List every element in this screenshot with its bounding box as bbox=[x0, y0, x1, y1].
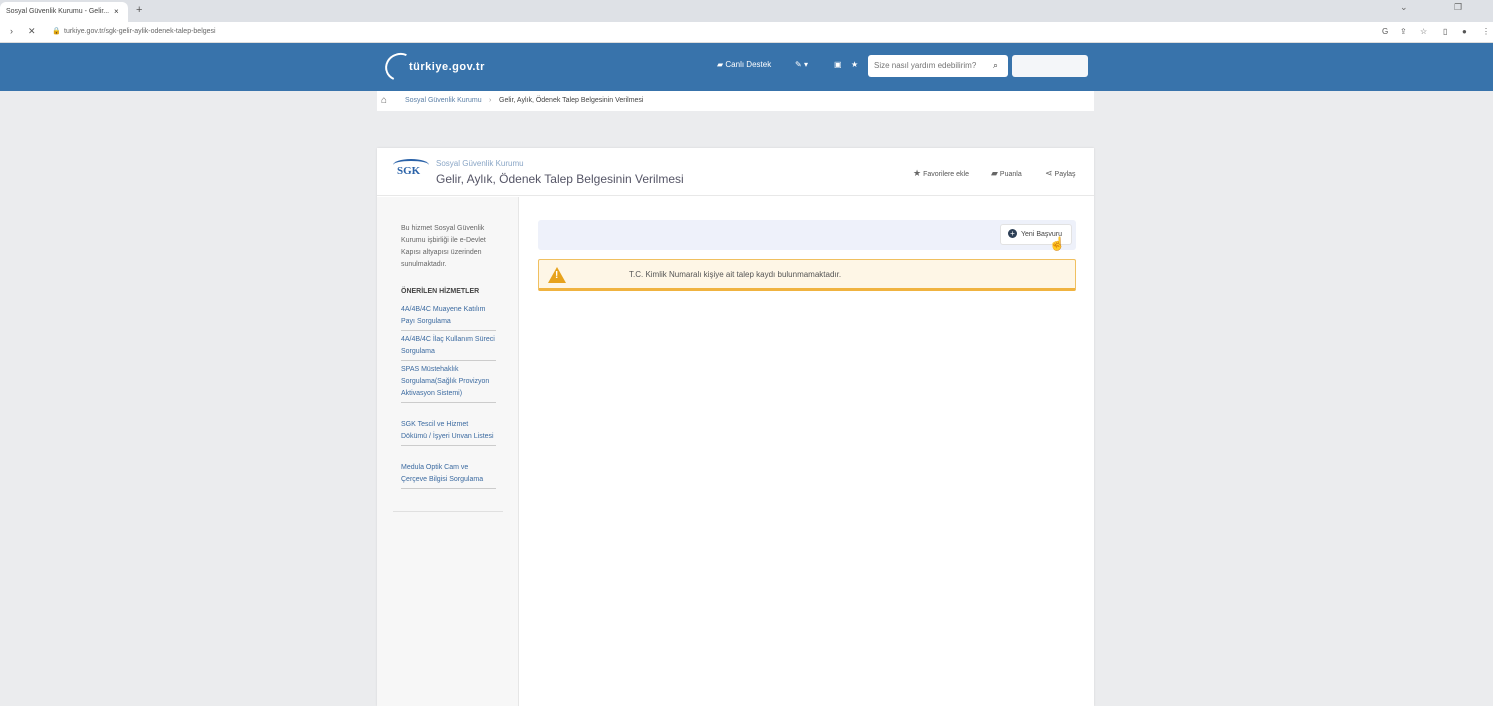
sidebar-item-muayene[interactable]: 4A/4B/4C Muayene Katılım Payı Sorgulama bbox=[401, 304, 496, 331]
tools-icon: ✎ bbox=[795, 60, 802, 69]
add-favorites-button[interactable]: ★ Favorilere ekle bbox=[913, 168, 969, 179]
sidebar: Bu hizmet Sosyal Güvenlik Kurumu işbirli… bbox=[377, 197, 519, 706]
breadcrumb-separator: › bbox=[489, 97, 492, 104]
sidebar-icon[interactable]: ▯ bbox=[1443, 27, 1447, 36]
home-icon[interactable]: ⌂ bbox=[381, 95, 387, 106]
favorites-star-icon[interactable]: ★ bbox=[851, 60, 858, 69]
organization-name[interactable]: Sosyal Güvenlik Kurumu bbox=[436, 159, 524, 168]
add-favorites-label: Favorilere ekle bbox=[923, 171, 969, 178]
sgk-logo: SGK bbox=[393, 159, 429, 182]
search-icon[interactable]: ⌕ bbox=[993, 60, 998, 71]
share-label: Paylaş bbox=[1054, 171, 1076, 178]
lock-icon: 🔒 bbox=[52, 28, 61, 35]
sidebar-item-spas[interactable]: SPAS Müstehaklık Sorgulama(Sağlık Proviz… bbox=[401, 364, 496, 403]
star-icon: ★ bbox=[913, 168, 922, 178]
alert-message: T.C. Kimlik Numaralı kişiye ait talep ka… bbox=[629, 270, 842, 279]
bookmark-star-icon[interactable]: ☆ bbox=[1420, 27, 1427, 36]
live-support-link[interactable]: ▰ Canlı Destek bbox=[717, 60, 771, 69]
warning-icon: ! bbox=[548, 267, 566, 283]
sidebar-item-tescil[interactable]: SGK Tescil ve Hizmet Dökümü / İşyeri Unv… bbox=[401, 419, 496, 446]
rate-button[interactable]: ▰ Puanla bbox=[991, 168, 1022, 179]
menu-icon[interactable]: ⋮ bbox=[1482, 27, 1490, 36]
id-card-icon[interactable]: ▣ bbox=[834, 60, 842, 69]
chat-icon: ▰ bbox=[717, 60, 724, 69]
login-button[interactable] bbox=[1012, 55, 1088, 77]
maximize-icon[interactable]: ❐ bbox=[1454, 2, 1462, 13]
browser-tabbar: Sosyal Güvenlik Kurumu - Gelir... × + ⌄ … bbox=[0, 0, 1493, 22]
sidebar-item-medula[interactable]: Medula Optik Cam ve Çerçeve Bilgisi Sorg… bbox=[401, 462, 496, 489]
close-icon[interactable]: × bbox=[114, 7, 119, 16]
mouse-pointer-icon: ☝ bbox=[1049, 236, 1066, 251]
profile-icon[interactable]: ● bbox=[1462, 27, 1467, 36]
search-input[interactable] bbox=[874, 61, 988, 70]
share-button[interactable]: ⋖ Paylaş bbox=[1045, 168, 1076, 179]
chevron-down-icon: ▾ bbox=[803, 60, 808, 69]
comment-icon: ▰ bbox=[991, 168, 998, 178]
minimize-icon[interactable]: ⌄ bbox=[1400, 2, 1408, 13]
logo-text: türkiye.gov.tr bbox=[409, 61, 485, 73]
breadcrumb-current: Gelir, Aylık, Ödenek Talep Belgesinin Ve… bbox=[499, 97, 644, 104]
breadcrumb-sgk[interactable]: Sosyal Güvenlik Kurumu bbox=[405, 97, 482, 104]
google-icon[interactable]: G bbox=[1382, 27, 1388, 36]
browser-address-bar: › ✕ 🔒 turkiye.gov.tr/sgk-gelir-aylik-ode… bbox=[0, 22, 1493, 43]
action-toolbar: + Yeni Başvuru bbox=[538, 220, 1076, 250]
search-box: ⌕ bbox=[868, 55, 1008, 77]
sidebar-intro: Bu hizmet Sosyal Güvenlik Kurumu işbirli… bbox=[401, 225, 486, 268]
accessibility-menu[interactable]: ✎ ▾ bbox=[795, 60, 808, 69]
new-tab-button[interactable]: + bbox=[136, 4, 142, 16]
stop-icon[interactable]: ✕ bbox=[28, 26, 36, 37]
share-icon: ⋖ bbox=[1045, 168, 1053, 178]
share-page-icon[interactable]: ⇪ bbox=[1400, 27, 1407, 36]
sidebar-divider bbox=[393, 511, 503, 512]
breadcrumb: ⌂ Sosyal Güvenlik Kurumu › Gelir, Aylık,… bbox=[377, 91, 1094, 111]
live-support-label: Canlı Destek bbox=[725, 60, 772, 69]
plus-circle-icon: + bbox=[1008, 229, 1017, 238]
rate-label: Puanla bbox=[999, 171, 1022, 178]
warning-icon-glyph: ! bbox=[555, 270, 559, 281]
forward-icon[interactable]: › bbox=[10, 26, 13, 36]
card-header: SGK Sosyal Güvenlik Kurumu Gelir, Aylık,… bbox=[377, 148, 1094, 196]
browser-tab[interactable]: Sosyal Güvenlik Kurumu - Gelir... × bbox=[0, 2, 128, 22]
tab-title: Sosyal Güvenlik Kurumu - Gelir... bbox=[6, 8, 110, 15]
site-header: türkiye.gov.tr ▰ Canlı Destek ✎ ▾ ▣ ★ ⌕ bbox=[0, 43, 1493, 91]
page-title: Gelir, Aylık, Ödenek Talep Belgesinin Ve… bbox=[436, 172, 684, 186]
sidebar-item-ilac[interactable]: 4A/4B/4C İlaç Kullanım Süreci Sorgulama bbox=[401, 334, 496, 361]
url-field[interactable]: turkiye.gov.tr/sgk-gelir-aylik-odenek-ta… bbox=[64, 28, 216, 35]
recommended-services-heading: ÖNERİLEN HİZMETLER bbox=[401, 288, 480, 295]
service-card: SGK Sosyal Güvenlik Kurumu Gelir, Aylık,… bbox=[377, 148, 1094, 706]
sgk-logo-text: SGK bbox=[397, 165, 421, 177]
warning-alert: ! T.C. Kimlik Numaralı kişiye ait talep … bbox=[538, 259, 1076, 291]
